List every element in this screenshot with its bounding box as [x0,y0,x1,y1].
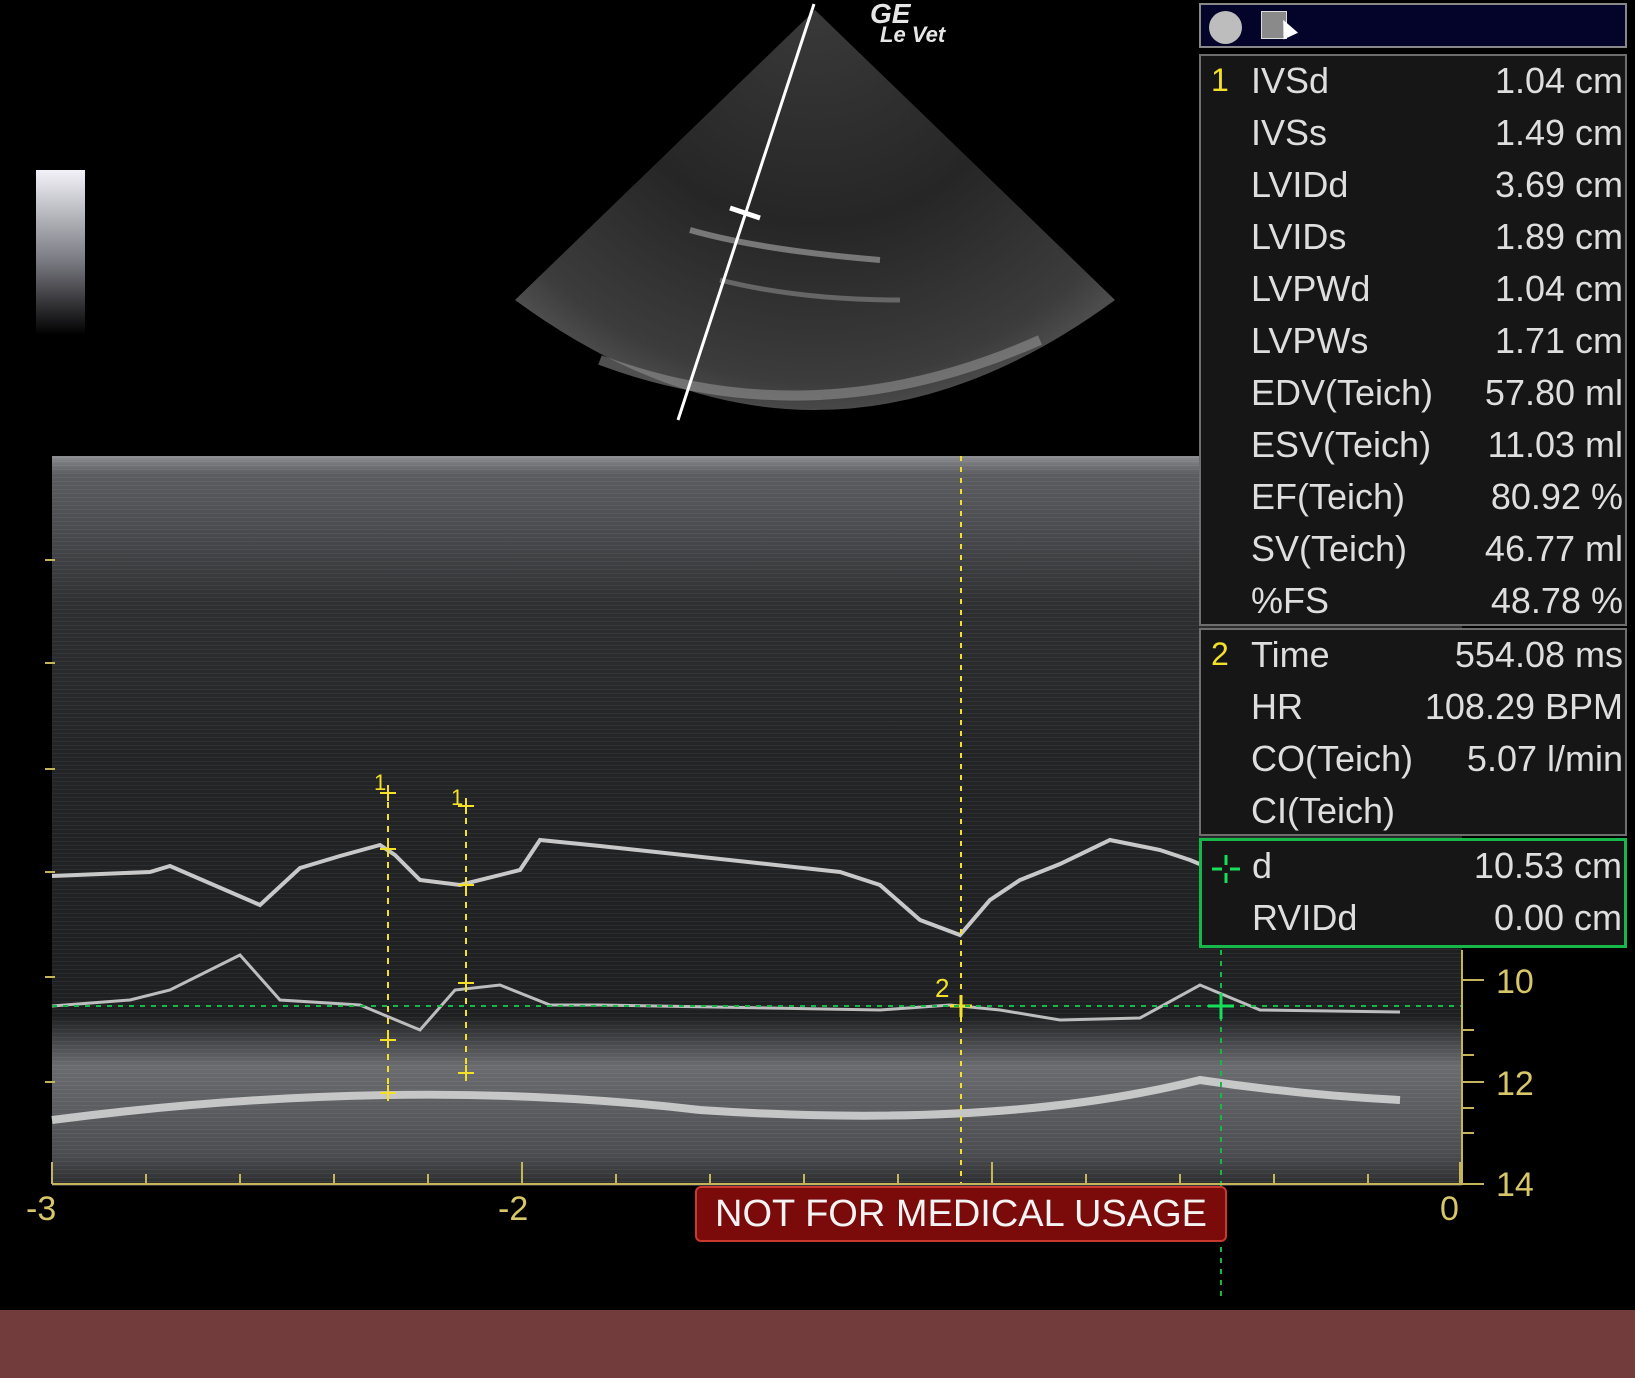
caliper-marker-1b: 1 [451,785,463,810]
measurement-label: HR [1251,686,1303,727]
active-measurement-group: d 10.53 cm RVIDd 0.00 cm [1199,838,1627,948]
measurement-row[interactable]: %FS 48.78 % [1201,576,1625,628]
time-caliper-marker: 2 [935,973,949,1003]
posterior-wall-trace [51,953,1401,1032]
measurement-value: 80.92 % [1490,476,1623,517]
crosshair-icon [1212,855,1240,883]
measurement-row[interactable]: LVPWd 1.04 cm [1201,264,1625,316]
measurement-value: 1.04 cm [1494,268,1623,309]
measurement-label: SV(Teich) [1251,528,1408,569]
depth-scale-ticks [1461,950,1484,1185]
measurement-label: RVIDd [1252,897,1358,938]
measurement-label: d [1252,845,1273,886]
left-depth-ticks [45,559,55,1083]
measurement-row[interactable]: IVSs 1.49 cm [1201,108,1625,160]
measurement-label: IVSs [1251,112,1328,153]
measurement-value: 46.77 ml [1484,528,1623,569]
measurement-row[interactable]: 1 IVSd 1.04 cm [1201,56,1625,108]
measurement-label: IVSd [1251,60,1330,101]
caliper-crosses-1[interactable] [380,785,474,1101]
measurement-label: LVIDd [1251,164,1349,205]
measurement-label: LVIDs [1251,216,1347,257]
measurement-value: 108.29 BPM [1424,686,1623,727]
measurement-label: EF(Teich) [1251,476,1406,517]
measurement-label: LVPWd [1251,268,1371,309]
measurement-value: 0.00 cm [1493,897,1622,938]
measurement-value: 48.78 % [1490,580,1623,621]
measurement-group-1: 1 IVSd 1.04 cm IVSs 1.49 cm LVIDd 3.69 c… [1199,54,1627,626]
measurement-label: Time [1251,634,1330,675]
measurement-row[interactable]: HR 108.29 BPM [1201,682,1625,734]
time-axis-ticks [51,1162,1462,1185]
depth-tick-10: 10 [1496,963,1534,1001]
measurement-value: 5.07 l/min [1466,738,1623,779]
measurement-group-2: 2 Time 554.08 ms HR 108.29 BPM CO(Teich)… [1199,628,1627,836]
measurement-row[interactable]: CO(Teich) 5.07 l/min [1201,734,1625,786]
measurement-value: 10.53 cm [1473,845,1622,886]
time-tick-minus2: -2 [498,1190,528,1228]
measurement-row[interactable]: ESV(Teich) 11.03 ml [1201,420,1625,472]
group-index: 2 [1211,636,1229,672]
measurement-value: 1.89 cm [1494,216,1623,257]
pericardium-trace [51,1075,1401,1124]
measurement-row[interactable]: EF(Teich) 80.92 % [1201,472,1625,524]
measurement-label: CI(Teich) [1251,790,1396,831]
measurement-value: 1.04 cm [1494,60,1623,101]
measurement-value: 1.71 cm [1494,320,1623,361]
measurement-value: 11.03 ml [1487,424,1623,465]
panel-toolbar [1199,3,1627,48]
measurement-label: LVPWs [1251,320,1369,361]
measurement-row[interactable]: CI(Teich) [1201,786,1625,838]
measurement-label: ESV(Teich) [1251,424,1432,465]
measurement-row[interactable]: 2 Time 554.08 ms [1201,630,1625,682]
measurement-label: %FS [1251,580,1330,621]
measurement-row[interactable]: LVIDd 3.69 cm [1201,160,1625,212]
measurement-row[interactable]: d 10.53 cm [1202,841,1624,893]
measurement-row[interactable]: EDV(Teich) 57.80 ml [1201,368,1625,420]
measurement-panel: 1 IVSd 1.04 cm IVSs 1.49 cm LVIDd 3.69 c… [1196,0,1635,950]
caliper-marker-1a: 1 [374,770,386,795]
measurement-value: 554.08 ms [1454,634,1623,675]
measurement-row[interactable]: LVIDs 1.89 cm [1201,212,1625,264]
depth-tick-12: 12 [1496,1065,1534,1103]
measurement-row[interactable]: LVPWs 1.71 cm [1201,316,1625,368]
footer-band [0,1310,1635,1378]
time-tick-minus3: -3 [26,1190,56,1228]
time-tick-0: 0 [1440,1190,1459,1228]
measurement-label: CO(Teich) [1251,738,1414,779]
record-icon[interactable] [1209,11,1242,44]
group-index: 1 [1211,62,1229,98]
measurement-value: 57.80 ml [1484,372,1623,413]
measurement-value: 3.69 cm [1494,164,1623,205]
measurement-label: EDV(Teich) [1251,372,1434,413]
depth-tick-14: 14 [1496,1166,1534,1204]
measurement-row[interactable]: RVIDd 0.00 cm [1202,893,1624,945]
not-for-medical-usage-banner: NOT FOR MEDICAL USAGE [695,1186,1227,1242]
measurement-row[interactable]: SV(Teich) 46.77 ml [1201,524,1625,576]
measurement-value: 1.49 cm [1494,112,1623,153]
